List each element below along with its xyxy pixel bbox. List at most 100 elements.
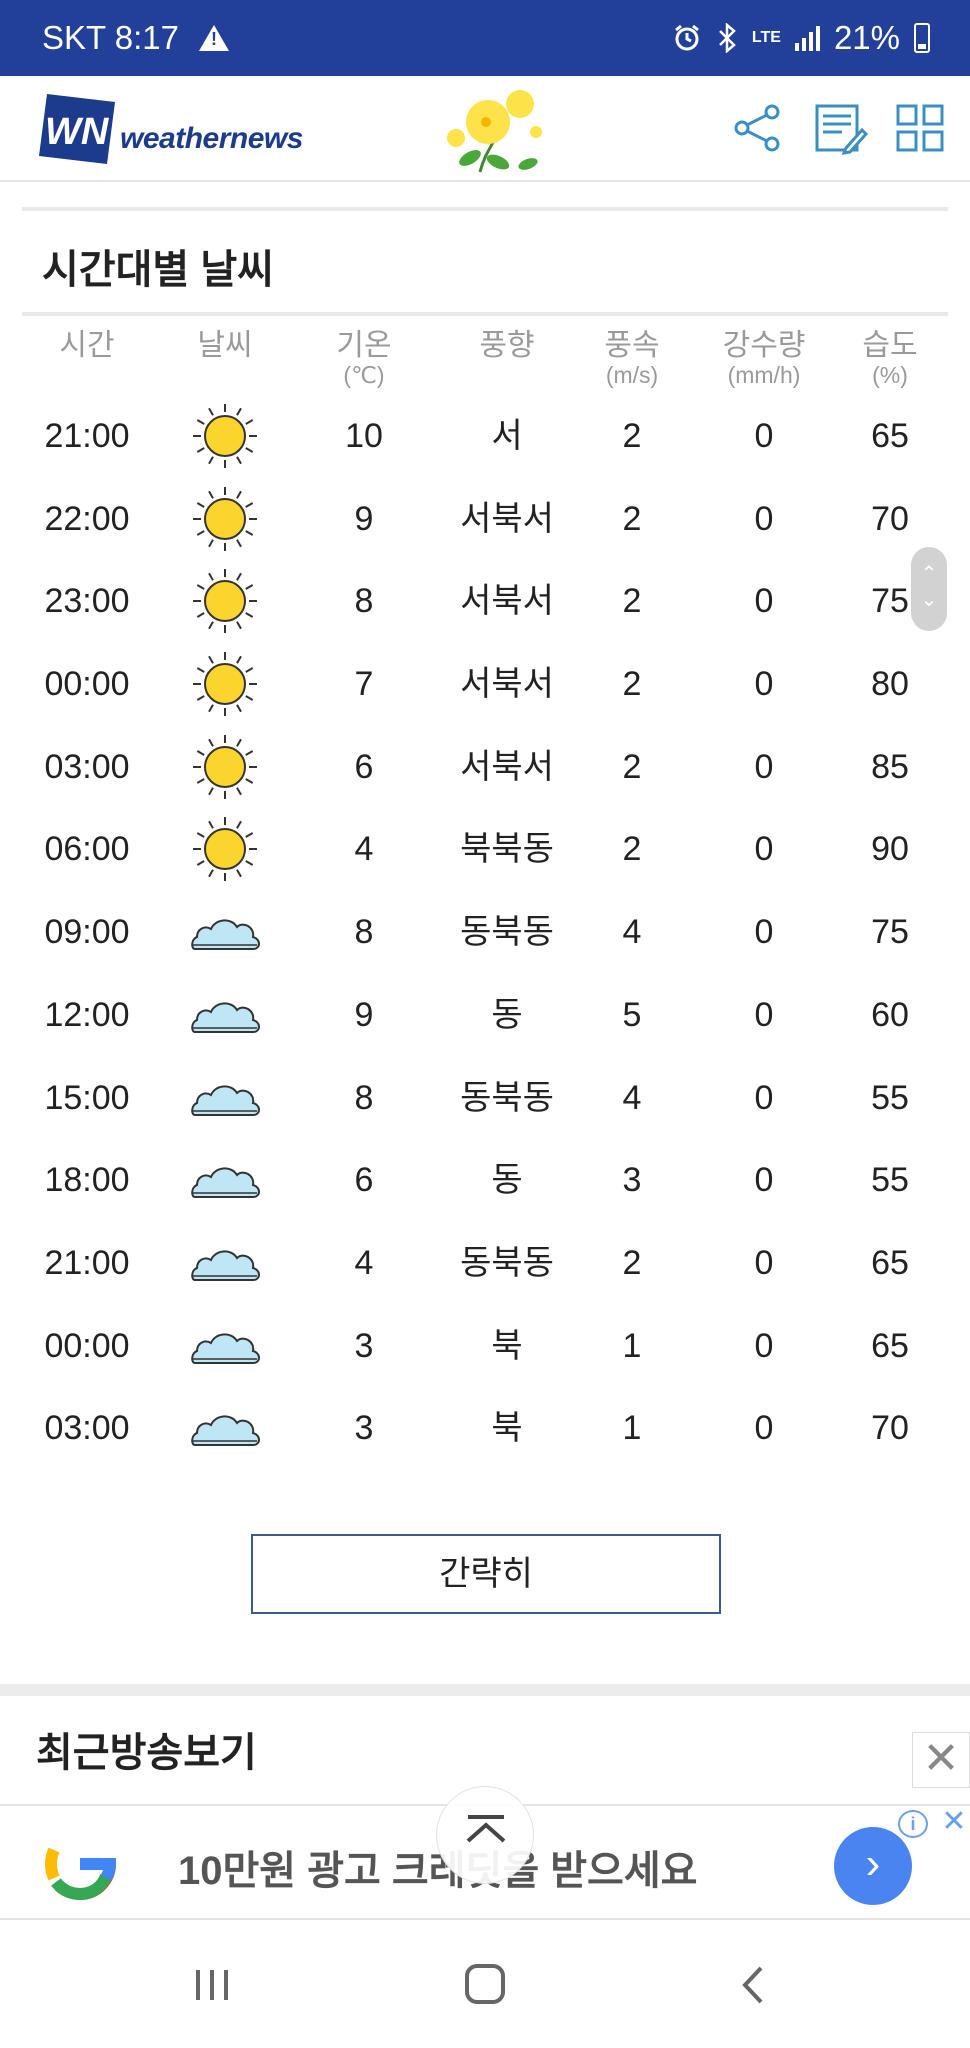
system-nav-bar — [0, 1922, 970, 2048]
cloud-icon — [187, 1230, 263, 1296]
cell-wind-speed: 2 — [622, 499, 642, 538]
table-row: 21:00 10 서 2 0 65 — [22, 395, 948, 478]
table-row: 21:00 4 동북동 2 0 65 — [22, 1222, 948, 1305]
cloud-icon — [187, 899, 263, 965]
cell-time: 03:00 — [44, 1409, 130, 1448]
ad-dismiss-icon[interactable]: ✕ — [940, 1807, 968, 1837]
sun-icon — [187, 403, 263, 469]
ad-arrow-button[interactable]: › — [834, 1827, 912, 1905]
table-row: 12:00 9 동 5 0 60 — [22, 974, 948, 1057]
col-precip: 강수량 (mm/h) — [722, 329, 806, 388]
cell-temp: 6 — [354, 747, 374, 786]
cell-temp: 3 — [354, 1409, 374, 1448]
cell-wind-speed: 2 — [622, 747, 642, 786]
cell-time: 00:00 — [44, 1326, 130, 1365]
weathernews-logo-icon[interactable]: WN — [37, 90, 117, 166]
cell-time: 06:00 — [44, 830, 130, 869]
recent-apps-icon[interactable] — [182, 1960, 242, 2010]
hourly-title: 시간대별 날씨 — [42, 248, 274, 292]
share-icon[interactable] — [730, 100, 786, 156]
col-weather: 날씨 — [197, 329, 253, 362]
table-row: 22:00 9 서북서 2 0 70 — [22, 478, 948, 561]
flower-decoration-icon — [447, 90, 542, 173]
logo-text[interactable]: weathernews — [120, 122, 303, 156]
grid-menu-icon[interactable] — [892, 100, 948, 156]
cell-wind-dir: 북 — [491, 1326, 523, 1365]
cell-wind-dir: 북 — [491, 1409, 523, 1448]
table-row: 00:00 7 서북서 2 0 80 — [22, 643, 948, 726]
table-row: 15:00 8 동북동 4 0 55 — [22, 1057, 948, 1140]
cell-precip: 0 — [754, 1326, 774, 1365]
cell-time: 21:00 — [44, 417, 130, 455]
cell-time: 23:00 — [44, 582, 130, 621]
back-icon[interactable] — [725, 1960, 785, 2010]
sun-icon — [187, 568, 263, 634]
cell-humidity: 55 — [871, 1161, 909, 1200]
section-separator — [0, 1684, 970, 1696]
cloud-icon — [187, 1395, 263, 1461]
cell-precip: 0 — [754, 1161, 774, 1200]
warning-icon — [198, 25, 229, 51]
cell-wind-speed: 3 — [622, 1161, 642, 1200]
cell-temp: 6 — [354, 1161, 374, 1200]
col-temp: 기온 (℃) — [336, 329, 392, 388]
cell-wind-dir: 서북서 — [460, 747, 554, 786]
collapse-button[interactable]: 간략히 — [251, 1534, 721, 1614]
col-humidity: 습도 (%) — [862, 329, 918, 388]
hourly-table-header: 시간 날씨 기온 (℃) 풍향 풍속 (m/s) 강수량 (mm/h) 습도 (… — [22, 328, 948, 398]
network-type-label: LTE — [751, 29, 781, 46]
fast-scroll-handle[interactable]: ⌃ ⌄ — [911, 547, 947, 631]
cell-humidity: 90 — [871, 830, 909, 869]
cell-precip: 0 — [754, 913, 774, 952]
cell-humidity: 85 — [871, 747, 909, 786]
cell-wind-speed: 5 — [622, 995, 642, 1034]
col-time: 시간 — [59, 329, 115, 362]
cell-temp: 9 — [354, 995, 374, 1034]
signal-icon — [794, 25, 820, 51]
cell-temp: 8 — [354, 913, 374, 952]
status-right: LTE 21% — [672, 19, 930, 57]
cell-wind-dir: 서북서 — [460, 582, 554, 621]
logo-mark: WN — [45, 111, 110, 153]
table-row: 03:00 6 서북서 2 0 85 — [22, 726, 948, 809]
cell-temp: 4 — [354, 1243, 374, 1282]
cell-time: 03:00 — [44, 747, 130, 786]
cell-temp: 8 — [354, 1078, 374, 1117]
scroll-top-button[interactable] — [436, 1786, 534, 1884]
status-bar: SKT 8:17 LTE 21% — [0, 0, 970, 76]
cell-temp: 9 — [354, 499, 374, 538]
cell-precip: 0 — [754, 1078, 774, 1117]
cell-wind-speed: 4 — [622, 913, 642, 952]
battery-icon — [914, 23, 930, 53]
memo-icon[interactable] — [812, 100, 868, 156]
cell-temp: 3 — [354, 1326, 374, 1365]
bluetooth-icon — [719, 23, 736, 53]
cell-wind-dir: 북북동 — [460, 830, 554, 869]
cloud-icon — [187, 1065, 263, 1131]
cell-wind-dir: 서북서 — [460, 499, 554, 538]
cell-precip: 0 — [754, 995, 774, 1034]
home-icon[interactable] — [455, 1960, 515, 2010]
cell-precip: 0 — [754, 417, 774, 455]
cell-precip: 0 — [754, 1243, 774, 1282]
cloud-icon — [187, 1313, 263, 1379]
cell-humidity: 65 — [871, 1243, 909, 1282]
sun-icon — [187, 486, 263, 552]
section-divider-header — [22, 312, 948, 316]
ad-close-button[interactable]: ✕ — [912, 1732, 970, 1788]
cell-wind-speed: 2 — [622, 582, 642, 621]
cell-humidity: 75 — [871, 913, 909, 952]
cell-time: 00:00 — [44, 665, 130, 704]
cell-wind-speed: 4 — [622, 1078, 642, 1117]
table-row: 06:00 4 북북동 2 0 90 — [22, 808, 948, 891]
hourly-table-body: 21:00 10 서 2 0 65 22:00 9 서북서 2 0 70 23:00 8 서북서 2 0 75 00… — [22, 395, 948, 1470]
cell-temp: 4 — [354, 830, 374, 869]
sun-icon — [187, 651, 263, 717]
table-row: 23:00 8 서북서 2 0 75 — [22, 560, 948, 643]
ad-info-icon[interactable]: i — [898, 1810, 928, 1838]
cell-humidity: 80 — [871, 665, 909, 704]
app-header: WN weathernews — [0, 76, 970, 182]
table-row: 00:00 3 북 1 0 65 — [22, 1305, 948, 1388]
section-divider-top — [22, 207, 948, 211]
cell-precip: 0 — [754, 499, 774, 538]
